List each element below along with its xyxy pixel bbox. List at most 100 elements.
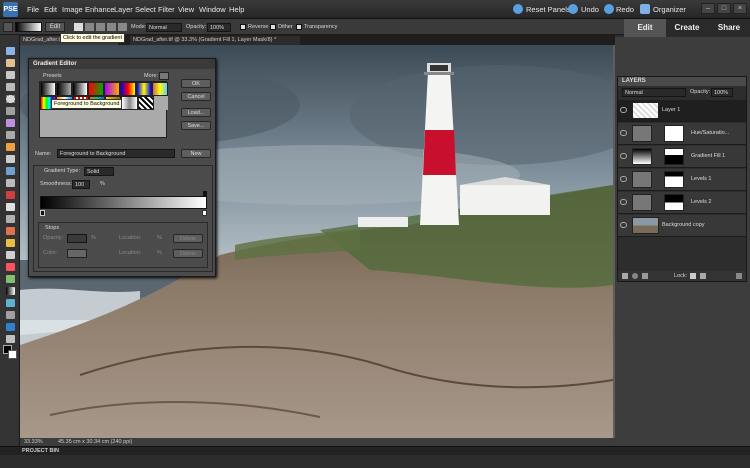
layer-row-gradient-fill[interactable]: Gradient Fill 1 xyxy=(618,146,746,168)
gradient-tool-icon[interactable] xyxy=(3,22,13,32)
tab-share[interactable]: Share xyxy=(708,19,750,37)
minimize-button[interactable]: – xyxy=(701,3,715,14)
visibility-eye-icon[interactable] xyxy=(620,176,627,182)
blur-tool-icon[interactable] xyxy=(6,311,15,319)
load-button[interactable]: Load... xyxy=(181,108,211,117)
smart-brush-tool-icon[interactable] xyxy=(6,263,15,271)
mode-select[interactable]: Normal xyxy=(146,23,182,32)
mask-icon[interactable] xyxy=(642,273,648,279)
brush-tool-icon[interactable] xyxy=(6,251,15,259)
shape-tool-icon[interactable] xyxy=(6,299,15,307)
project-bin-label[interactable]: PROJECT BIN xyxy=(22,448,59,454)
straighten-tool-icon[interactable] xyxy=(6,179,15,187)
healing-brush-tool-icon[interactable] xyxy=(6,203,15,211)
maximize-button[interactable]: □ xyxy=(717,3,731,14)
redo-icon[interactable] xyxy=(604,4,614,14)
reset-panels-button[interactable]: Reset Panels xyxy=(526,5,571,14)
tab-create[interactable]: Create xyxy=(666,19,708,37)
gradient-tool-selected-icon[interactable] xyxy=(6,287,15,295)
smoothness-field[interactable]: 100 xyxy=(72,180,90,189)
preset-violet-orange[interactable] xyxy=(104,82,120,96)
quick-selection-tool-icon[interactable] xyxy=(6,131,15,139)
visibility-eye-icon[interactable] xyxy=(620,107,627,113)
magic-wand-tool-icon[interactable] xyxy=(6,119,15,127)
visibility-eye-icon[interactable] xyxy=(620,199,627,205)
lock-all-icon[interactable] xyxy=(700,273,706,279)
paint-bucket-tool-icon[interactable] xyxy=(6,275,15,283)
edit-gradient-button[interactable]: Edit xyxy=(45,22,65,32)
menu-help[interactable]: Help xyxy=(229,5,244,14)
adjustment-layer-icon[interactable] xyxy=(632,273,638,279)
zoom-tool-icon[interactable] xyxy=(6,47,15,55)
doc-tab-2[interactable]: NDGrad_after.tif @ 33.3% (Gradient Fill … xyxy=(130,36,300,45)
new-button[interactable]: New xyxy=(181,149,211,158)
preset-fg-transparent[interactable] xyxy=(56,82,72,96)
angle-gradient-icon[interactable] xyxy=(96,23,105,31)
blend-mode-select[interactable]: Normal xyxy=(622,88,686,97)
menu-layer[interactable]: Layer xyxy=(114,5,133,14)
preset-black-white[interactable] xyxy=(72,82,88,96)
stop-delete-button[interactable]: Delete xyxy=(173,234,203,243)
preset-fg-bg[interactable] xyxy=(40,82,56,96)
layer-row-background-copy[interactable]: Background copy xyxy=(618,215,746,237)
linear-gradient-icon[interactable] xyxy=(74,23,83,31)
recompose-tool-icon[interactable] xyxy=(6,167,15,175)
lock-transparency-icon[interactable] xyxy=(690,273,696,279)
ok-button[interactable]: OK xyxy=(181,79,211,88)
organizer-button[interactable]: Organizer xyxy=(653,5,686,14)
menu-select[interactable]: Select xyxy=(135,5,156,14)
visibility-eye-icon[interactable] xyxy=(620,153,627,159)
preset-copper[interactable] xyxy=(152,82,168,96)
layer-row-levels-1[interactable]: Levels 1 xyxy=(618,169,746,191)
transparency-checkbox[interactable] xyxy=(296,24,302,30)
lasso-tool-icon[interactable] xyxy=(6,107,15,115)
crop-tool-icon[interactable] xyxy=(6,155,15,163)
menu-image[interactable]: Image xyxy=(62,5,83,14)
layer-row-layer-1[interactable]: Layer 1 xyxy=(618,100,746,122)
menu-window[interactable]: Window xyxy=(199,5,226,14)
visibility-eye-icon[interactable] xyxy=(620,222,627,228)
pencil-tool-icon[interactable] xyxy=(6,239,15,247)
name-field[interactable]: Foreground to Background xyxy=(57,149,175,158)
preset-blue-red-yellow[interactable] xyxy=(120,82,136,96)
menu-enhance[interactable]: Enhance xyxy=(85,5,115,14)
undo-button[interactable]: Undo xyxy=(581,5,599,14)
delete-layer-icon[interactable] xyxy=(736,273,742,279)
eraser-tool-icon[interactable] xyxy=(6,227,15,235)
save-button[interactable]: Save... xyxy=(181,121,211,130)
hand-tool-icon[interactable] xyxy=(6,59,15,67)
more-menu-icon[interactable] xyxy=(159,72,169,80)
organizer-icon[interactable] xyxy=(640,4,650,14)
dither-checkbox[interactable] xyxy=(270,24,276,30)
color-stop-left[interactable] xyxy=(40,210,45,216)
red-eye-tool-icon[interactable] xyxy=(6,191,15,199)
marquee-tool-icon[interactable] xyxy=(6,95,15,103)
reflected-gradient-icon[interactable] xyxy=(107,23,116,31)
gradient-swatch[interactable] xyxy=(15,22,42,32)
diamond-gradient-icon[interactable] xyxy=(118,23,127,31)
move-tool-icon[interactable] xyxy=(6,83,15,91)
undo-icon[interactable] xyxy=(568,4,578,14)
cookie-cutter-tool-icon[interactable] xyxy=(6,335,15,343)
gradient-preview-bar[interactable] xyxy=(40,196,207,209)
layer-opacity-field[interactable]: 100% xyxy=(711,88,733,97)
radial-gradient-icon[interactable] xyxy=(85,23,94,31)
menu-view[interactable]: View xyxy=(178,5,194,14)
visibility-eye-icon[interactable] xyxy=(620,130,627,136)
stop-color-delete-button[interactable]: Delete xyxy=(173,249,203,258)
sponge-tool-icon[interactable] xyxy=(6,323,15,331)
eyedropper-tool-icon[interactable] xyxy=(6,71,15,79)
layer-row-levels-2[interactable]: Levels 2 xyxy=(618,192,746,214)
redo-button[interactable]: Redo xyxy=(616,5,634,14)
reset-panels-icon[interactable] xyxy=(513,4,523,14)
preset-red-green[interactable] xyxy=(88,82,104,96)
gradient-type-select[interactable]: Solid xyxy=(84,167,114,176)
opacity-field[interactable]: 100% xyxy=(207,23,231,32)
clone-stamp-tool-icon[interactable] xyxy=(6,215,15,223)
color-stop-right[interactable] xyxy=(202,210,207,216)
background-color-swatch[interactable] xyxy=(8,350,17,359)
menu-filter[interactable]: Filter xyxy=(158,5,175,14)
preset-checker[interactable] xyxy=(137,96,154,110)
reverse-checkbox[interactable] xyxy=(240,24,246,30)
presets-grid[interactable] xyxy=(39,81,168,138)
